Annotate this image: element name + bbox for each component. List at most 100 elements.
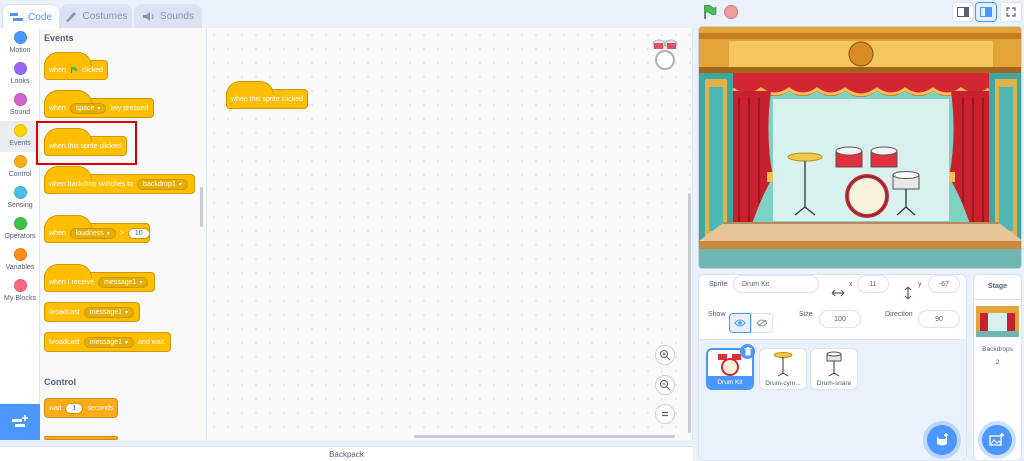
x-field[interactable]: 11 (857, 275, 889, 293)
block-text: seconds (87, 404, 114, 412)
block-text: when (49, 229, 66, 237)
block-text: wait (49, 404, 62, 412)
block-wait-seconds[interactable]: wait 1 seconds (44, 398, 118, 418)
script-horizontal-scrollbar[interactable] (414, 435, 675, 438)
my-blocks-dot-icon (13, 279, 27, 292)
block-text: and wait (138, 338, 165, 346)
events-dot-icon (13, 124, 27, 137)
sprite-thumb-label: Drum-cym... (765, 379, 801, 387)
broadcast-dropdown[interactable]: message1 (83, 306, 135, 318)
control-dot-icon (13, 155, 27, 168)
category-my-blocks[interactable]: My Blocks (0, 279, 40, 310)
category-variables[interactable]: Variables (0, 248, 40, 279)
palette-scrollbar[interactable] (200, 187, 203, 227)
loudness-dropdown[interactable]: loudness (69, 227, 116, 239)
add-backdrop-button[interactable] (982, 425, 1012, 455)
fullscreen-icon (1006, 7, 1016, 17)
block-when-backdrop-switches[interactable]: when backdrop switches to backdrop1 (44, 166, 195, 194)
zoom-out-button[interactable] (655, 375, 675, 395)
current-sprite-icon (652, 39, 678, 70)
block-when-loudness[interactable]: when loudness > 10 (44, 215, 150, 243)
add-sprite-button[interactable] (927, 425, 957, 455)
category-label: Operators (4, 233, 36, 240)
message-dropdown[interactable]: message1 (98, 276, 149, 288)
sprite-info-pane: Sprite Drum Kit x 11 y -67 Show Size 100… (698, 274, 967, 461)
normal-stage-icon (980, 7, 992, 17)
y-field[interactable]: -67 (928, 275, 960, 293)
backdrops-count: 2 (995, 359, 1000, 366)
backpack-bar[interactable]: Backpack (0, 446, 693, 461)
backdrops-label: Backdrops (982, 346, 1013, 353)
direction-field[interactable]: 90 (918, 310, 960, 328)
key-dropdown[interactable]: space (69, 102, 107, 114)
block-when-flag-clicked[interactable]: when clicked (44, 52, 108, 80)
delete-sprite-button[interactable] (740, 344, 755, 359)
block-text: key pressed (110, 104, 149, 112)
stop-button[interactable] (724, 5, 738, 19)
eye-icon (734, 319, 746, 327)
category-events[interactable]: Events (0, 121, 40, 152)
block-text: when (49, 66, 66, 74)
zoom-reset-button[interactable] (655, 404, 675, 424)
zoom-in-icon (660, 350, 671, 361)
wait-input[interactable]: 1 (65, 402, 84, 414)
direction-label: Direction (885, 310, 913, 318)
snare-icon (826, 351, 842, 377)
add-extension-button[interactable] (0, 404, 40, 440)
category-motion[interactable]: Motion (0, 31, 40, 62)
normal-stage-button[interactable] (975, 2, 997, 22)
block-broadcast-and-wait[interactable]: broadcast message1 and wait (44, 332, 171, 352)
size-value: 100 (834, 315, 846, 323)
stage-header-divider (974, 299, 1021, 300)
image-add-icon (989, 433, 1004, 446)
motion-dot-icon (13, 31, 27, 44)
zoom-out-icon (660, 380, 671, 391)
block-palette: Events when clicked when space key press… (40, 28, 207, 440)
fullscreen-button[interactable] (1000, 2, 1022, 22)
script-vertical-scrollbar[interactable] (688, 193, 691, 433)
sprite-name-field[interactable]: Drum Kit (733, 275, 819, 293)
category-control[interactable]: Control (0, 155, 40, 186)
block-when-key-pressed[interactable]: when space key pressed (44, 90, 154, 118)
sprite-thumb-drum-snare[interactable]: Drum-snare (810, 348, 858, 390)
cymbal-icon (773, 352, 793, 377)
category-looks[interactable]: Looks (0, 62, 40, 93)
speaker-icon (143, 12, 154, 21)
green-flag-icon (70, 66, 77, 74)
block-when-i-receive[interactable]: when I receive message1 (44, 264, 155, 292)
operators-dot-icon (13, 217, 27, 230)
small-stage-icon (957, 7, 969, 17)
script-area[interactable]: when this sprite clicked (207, 28, 693, 440)
category-label: Motion (9, 47, 31, 54)
block-partial[interactable] (44, 436, 118, 440)
block-text: clicked (81, 66, 103, 74)
size-field[interactable]: 100 (819, 310, 861, 328)
x-value: 11 (869, 280, 877, 288)
small-stage-button[interactable] (952, 2, 974, 22)
block-broadcast[interactable]: broadcast message1 (44, 302, 140, 322)
category-sensing[interactable]: Sensing (0, 186, 40, 217)
trash-icon (744, 347, 751, 356)
category-sound[interactable]: Sound (0, 93, 40, 124)
zoom-in-button[interactable] (655, 345, 675, 365)
backdrop-dropdown[interactable]: backdrop1 (137, 178, 188, 190)
show-hidden-button[interactable] (751, 313, 773, 333)
tab-sounds[interactable]: Sounds (134, 4, 202, 28)
sound-dot-icon (13, 93, 27, 106)
stage-canvas[interactable] (698, 26, 1022, 269)
category-operators[interactable]: Operators (0, 217, 40, 248)
dropdown-value: message1 (104, 278, 137, 286)
tab-code[interactable]: Code (2, 4, 60, 29)
tab-costumes[interactable]: Costumes (60, 4, 132, 28)
green-flag-icon[interactable] (702, 4, 718, 20)
sprite-thumb-drum-cymbal[interactable]: Drum-cym... (759, 348, 807, 390)
sprite-thumb-label: Drum-snare (816, 379, 852, 387)
direction-value: 90 (935, 315, 943, 323)
block-text: broadcast (49, 308, 80, 316)
broadcast-wait-dropdown[interactable]: message1 (83, 336, 135, 348)
show-visible-button[interactable] (729, 313, 751, 333)
dropdown-value: loudness (75, 229, 104, 237)
y-value: -67 (938, 280, 950, 288)
threshold-input[interactable]: 10 (127, 227, 150, 239)
script-block-when-sprite-clicked[interactable]: when this sprite clicked (226, 81, 308, 109)
